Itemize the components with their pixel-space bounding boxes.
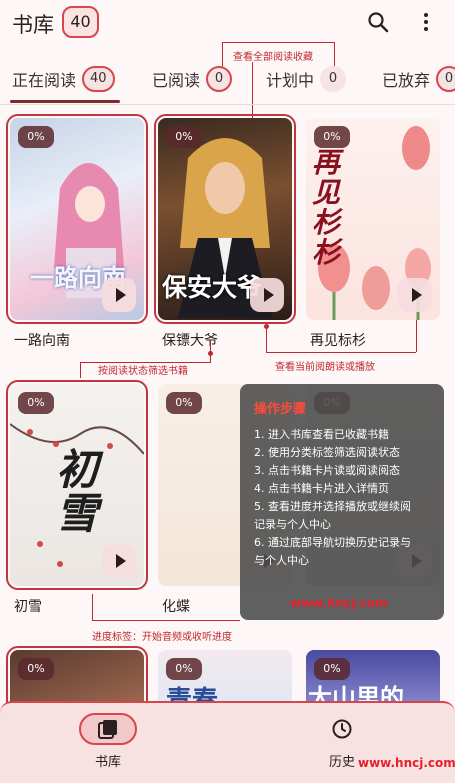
steps-overlay: 操作步骤 1. 进入书库查看已收藏书籍 2. 使用分类标签筛选阅读状态 3. 点…	[240, 384, 444, 620]
tab-label: 已阅读	[152, 71, 201, 90]
annotation-view-current: 查看当前阅朗读或播放	[275, 362, 375, 373]
tab-count: 0	[320, 66, 347, 92]
tab-planned[interactable]: 计划中 0	[266, 66, 347, 92]
step-item: 5. 查看进度并选择播放或继续阅	[254, 500, 411, 513]
cover-title-art: 再见杉杉	[312, 146, 341, 269]
tab-read[interactable]: 已阅读 0	[152, 66, 233, 92]
step-item: 4. 点击书籍卡片进入详情页	[254, 482, 389, 495]
library-icon	[98, 720, 117, 739]
book-cover: 初雪 0%	[6, 380, 148, 590]
book-card[interactable]: 一路向南 0% 一路向南	[6, 114, 148, 349]
book-cover: 保安大爷 0%	[154, 114, 296, 324]
annotation-line	[222, 42, 334, 43]
annotation-line	[92, 620, 240, 621]
progress-badge: 0%	[314, 126, 350, 148]
top-app-bar: 书库 40	[0, 0, 455, 48]
tab-count: 0	[436, 66, 455, 92]
tab-reading[interactable]: 正在阅读 40	[12, 66, 115, 92]
active-tab-indicator	[10, 100, 120, 103]
progress-badge: 0%	[166, 392, 202, 414]
book-card[interactable]: 初雪 0% 初雪	[6, 380, 148, 615]
cover-title-art: 保安大爷	[162, 273, 263, 302]
tab-label: 正在阅读	[12, 71, 77, 90]
progress-badge: 0%	[166, 126, 202, 148]
tab-label: 计划中	[266, 71, 315, 90]
nav-label: 书库	[94, 755, 121, 770]
progress-badge: 0%	[166, 658, 202, 680]
nav-pill[interactable]	[313, 713, 371, 745]
annotation-line	[210, 352, 211, 363]
annotation-dot	[264, 324, 269, 329]
annotation-progress-tag: 进度标签：开始音频或收听进度	[92, 632, 232, 643]
annotation-line	[266, 328, 267, 352]
step-item: 2. 使用分类标签筛选阅读状态	[254, 446, 400, 459]
nav-pill[interactable]	[79, 713, 137, 745]
annotation-line	[92, 594, 93, 620]
status-tabs: 正在阅读 40 已阅读 0 计划中 0 已放弃 0	[0, 60, 455, 104]
step-item: 6. 通过底部导航切换历史记录与	[254, 536, 411, 549]
book-card[interactable]: 再见杉杉 0% 再见标杉	[306, 118, 440, 349]
progress-badge: 0%	[314, 658, 350, 680]
annotation-line	[416, 320, 417, 352]
divider	[0, 104, 455, 105]
watermark: www.hncj.com	[290, 596, 388, 610]
play-button[interactable]	[398, 278, 432, 312]
book-title: 化蝶	[162, 599, 190, 615]
book-title: 初雪	[14, 599, 42, 615]
more-vert-icon[interactable]	[414, 10, 438, 34]
nav-item-library[interactable]: 书库	[68, 713, 148, 770]
tab-count: 0	[206, 66, 233, 92]
book-cover: 再见杉杉 0%	[306, 118, 440, 320]
progress-badge: 0%	[18, 658, 54, 680]
progress-badge: 0%	[18, 392, 54, 414]
page-title: 书库	[12, 13, 54, 37]
steps-title: 操作步骤	[254, 402, 307, 417]
book-card[interactable]: 保安大爷 0% 保镖大爷	[154, 114, 296, 349]
cover-title-art: 初雪	[56, 445, 99, 538]
tab-label: 已放弃	[382, 71, 431, 90]
play-button[interactable]	[102, 278, 136, 312]
book-title: 再见标杉	[310, 333, 366, 349]
watermark: www.hncj.com	[358, 756, 455, 770]
step-item: 1. 进入书库查看已收藏书籍	[254, 428, 389, 441]
progress-badge: 0%	[18, 126, 54, 148]
library-count-badge: 40	[62, 6, 99, 38]
bottom-navigation: 书库 历史	[0, 701, 455, 783]
step-item: 3. 点击书籍卡片读或阅读阅态	[254, 464, 400, 477]
search-icon[interactable]	[366, 10, 390, 34]
play-button[interactable]	[250, 278, 284, 312]
book-cover: 一路向南 0%	[6, 114, 148, 324]
annotation-filter: 按阅读状态筛选书籍	[98, 366, 188, 377]
step-item: 与个人中心	[254, 554, 309, 567]
annotation-line	[80, 362, 81, 378]
step-item: 记录与个人中心	[254, 518, 331, 531]
history-icon	[332, 719, 352, 739]
tab-dropped[interactable]: 已放弃 0	[382, 66, 455, 92]
play-button[interactable]	[102, 544, 136, 578]
annotation-line	[266, 352, 416, 353]
book-title: 一路向南	[14, 333, 70, 349]
tab-count: 40	[82, 66, 115, 92]
